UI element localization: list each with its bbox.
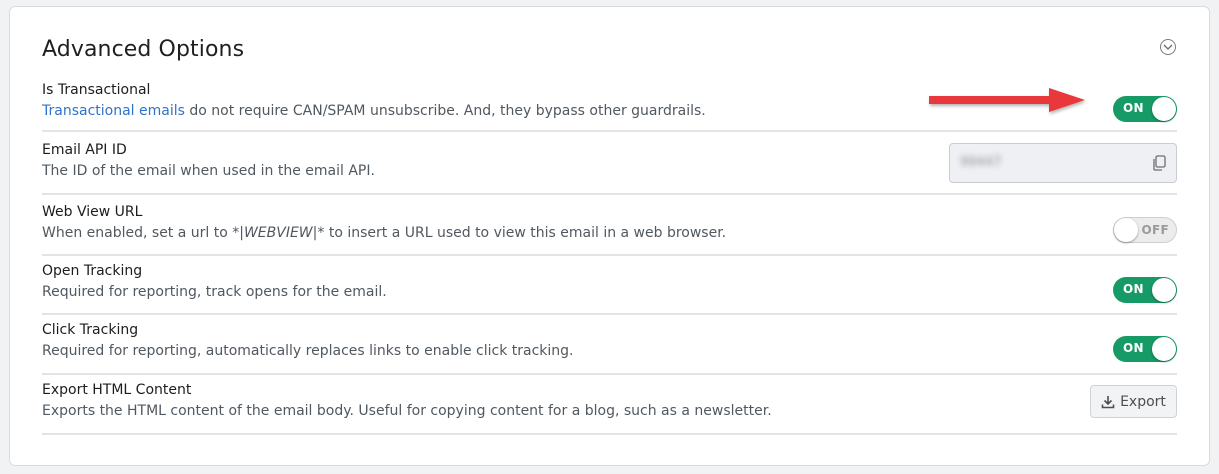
click-tracking-toggle[interactable]: ON	[1113, 336, 1177, 362]
row-open-tracking: Open Tracking Required for reporting, tr…	[42, 263, 1177, 315]
row-email-api-id: Email API ID The ID of the email when us…	[42, 142, 1177, 195]
toggle-knob	[1114, 218, 1138, 242]
export-button-label: Export	[1120, 393, 1166, 410]
row-title: Web View URL	[42, 204, 143, 220]
download-icon	[1101, 395, 1115, 408]
row-description: Exports the HTML content of the email bo…	[42, 403, 772, 419]
row-description: The ID of the email when used in the ema…	[42, 163, 375, 179]
toggle-label: ON	[1123, 101, 1144, 115]
row-description: When enabled, set a url to *|WEBVIEW|* t…	[42, 225, 726, 241]
row-description-post: to insert a URL used to view this email …	[324, 225, 727, 241]
row-title: Is Transactional	[42, 82, 151, 98]
chevron-down-icon	[1163, 44, 1173, 50]
row-description-pre: When enabled, set a url to	[42, 225, 233, 241]
divider	[42, 254, 1177, 256]
open-tracking-toggle[interactable]: ON	[1113, 277, 1177, 303]
annotation-arrow-icon	[929, 88, 1085, 112]
webview-merge-tag: *|WEBVIEW|*	[232, 225, 325, 241]
email-api-id-value: 99447	[960, 155, 1002, 170]
row-title: Export HTML Content	[42, 382, 192, 398]
row-export-html: Export HTML Content Exports the HTML con…	[42, 382, 1177, 435]
section-title: Advanced Options	[42, 37, 245, 62]
export-button[interactable]: Export	[1090, 385, 1177, 418]
transactional-emails-link[interactable]: Transactional emails	[42, 103, 185, 119]
divider	[42, 373, 1177, 375]
email-api-id-field[interactable]: 99447	[949, 143, 1177, 183]
advanced-options-card: Advanced Options Is Transactional Transa…	[9, 6, 1210, 466]
row-description-text: do not require CAN/SPAM unsubscribe. And…	[184, 103, 706, 119]
copy-icon[interactable]	[1150, 154, 1168, 172]
toggle-label: OFF	[1141, 223, 1169, 237]
row-web-view-url: Web View URL When enabled, set a url to …	[42, 204, 1177, 256]
divider	[42, 193, 1177, 195]
toggle-label: ON	[1123, 341, 1144, 355]
divider	[42, 433, 1177, 435]
toggle-knob	[1152, 97, 1176, 121]
webview-toggle[interactable]: OFF	[1113, 217, 1177, 243]
row-description: Required for reporting, automatically re…	[42, 343, 574, 359]
row-title: Email API ID	[42, 142, 127, 158]
row-description: Transactional emails do not require CAN/…	[42, 103, 706, 119]
row-title: Open Tracking	[42, 263, 143, 279]
transactional-toggle[interactable]: ON	[1113, 96, 1177, 122]
toggle-knob	[1152, 337, 1176, 361]
toggle-knob	[1152, 278, 1176, 302]
divider	[42, 130, 1177, 132]
divider	[42, 313, 1177, 315]
row-description: Required for reporting, track opens for …	[42, 284, 387, 300]
row-click-tracking: Click Tracking Required for reporting, a…	[42, 322, 1177, 375]
collapse-button[interactable]	[1160, 39, 1176, 55]
row-title: Click Tracking	[42, 322, 139, 338]
toggle-label: ON	[1123, 282, 1144, 296]
